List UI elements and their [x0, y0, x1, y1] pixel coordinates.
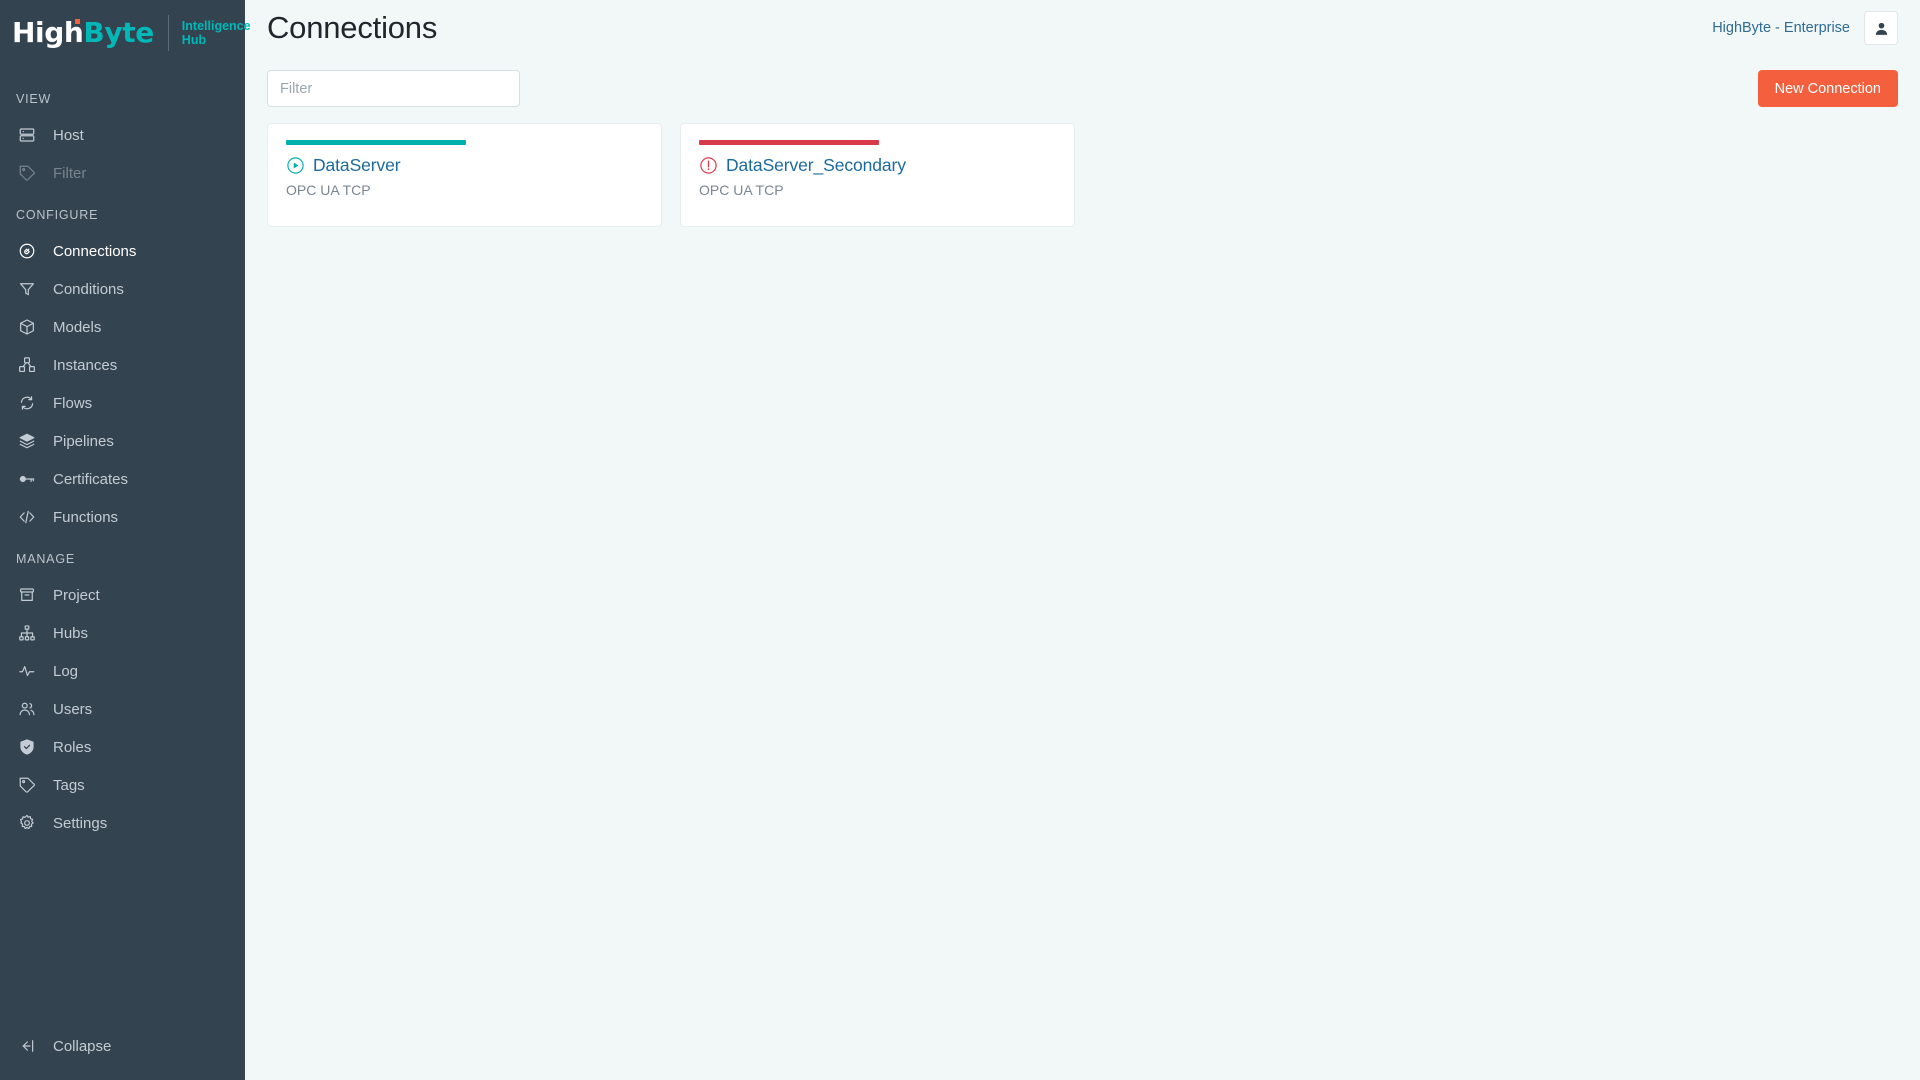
sidebar-item-label: Certificates [53, 470, 129, 488]
sidebar-item-label: Hubs [53, 624, 89, 642]
sidebar-item-settings[interactable]: Settings [0, 804, 245, 842]
card-title-row: DataServer_Secondary [699, 155, 1056, 176]
sidebar-item-flows[interactable]: Flows [0, 384, 245, 422]
connection-name: DataServer_Secondary [726, 155, 906, 175]
sidebar-collapse-label: Collapse [53, 1037, 112, 1055]
sidebar-item-label: Connections [53, 242, 137, 260]
page-header: Connections HighByte - Enterprise [245, 0, 1920, 56]
alert-circle-icon [700, 157, 717, 174]
sidebar-item-label: Roles [53, 738, 92, 756]
cube-icon [16, 316, 38, 338]
sidebar-item-label: Models [53, 318, 102, 336]
sidebar-item-label: Tags [53, 776, 85, 794]
sidebar-item-label: Log [53, 662, 79, 680]
funnel-icon [16, 278, 38, 300]
logo-text-high: High [12, 16, 84, 49]
tenant-label: HighByte - Enterprise [1712, 20, 1850, 36]
sidebar-item-connections[interactable]: Connections [0, 232, 245, 270]
tag-icon [16, 162, 38, 184]
sidebar-item-host[interactable]: Host [0, 116, 245, 154]
collapse-left-icon [16, 1035, 38, 1057]
sidebar-item-label: Functions [53, 508, 119, 526]
sidebar-item-label: Project [53, 586, 100, 604]
logo-product-name: Intelligence Hub [181, 19, 251, 47]
archive-icon [16, 584, 38, 606]
sidebar-item-instances[interactable]: Instances [0, 346, 245, 384]
plug-circle-icon [16, 240, 38, 262]
connections-toolbar: New Connection [245, 56, 1920, 107]
sidebar-item-pipelines[interactable]: Pipelines [0, 422, 245, 460]
key-icon [16, 468, 38, 490]
sidebar-item-label: Filter [53, 164, 87, 182]
gear-icon [16, 812, 38, 834]
sidebar-item-label: Instances [53, 356, 118, 374]
sidebar-item-label: Conditions [53, 280, 124, 298]
sidebar-item-log[interactable]: Log [0, 652, 245, 690]
sidebar-section-configure: CONFIGURE [16, 208, 99, 222]
logo-product-line2: Hub [181, 33, 207, 47]
connection-protocol: OPC UA TCP [699, 182, 784, 198]
play-circle-icon [287, 157, 304, 174]
sidebar-item-tags[interactable]: Tags [0, 766, 245, 804]
sidebar-section-manage: MANAGE [16, 552, 75, 566]
logo-wordmark: HighByte [12, 19, 154, 47]
new-connection-button[interactable]: New Connection [1757, 70, 1898, 107]
header-right: HighByte - Enterprise [1712, 11, 1898, 45]
sidebar-item-hubs[interactable]: Hubs [0, 614, 245, 652]
sidebar-item-functions[interactable]: Functions [0, 498, 245, 536]
connection-card[interactable]: DataServer OPC UA TCP [267, 123, 662, 227]
logo-text-byte: Byte [83, 16, 154, 49]
layers-icon [16, 430, 38, 452]
sidebar-item-roles[interactable]: Roles [0, 728, 245, 766]
sidebar-item-label: Flows [53, 394, 93, 412]
sidebar-nav: VIEW Host Filter CONFIGURE Connections C… [0, 66, 245, 1022]
users-icon [16, 698, 38, 720]
tag-icon [16, 774, 38, 796]
logo-dot-icon [75, 19, 80, 24]
activity-icon [16, 660, 38, 682]
connection-name: DataServer [313, 155, 401, 175]
logo-divider [167, 15, 169, 51]
connections-grid: DataServer OPC UA TCP DataServer_Seconda… [245, 107, 1920, 1080]
filter-input[interactable] [267, 70, 520, 107]
sidebar-item-models[interactable]: Models [0, 308, 245, 346]
sidebar-item-project[interactable]: Project [0, 576, 245, 614]
logo-product-line1: Intelligence [181, 19, 251, 33]
sitemap-icon [16, 622, 38, 644]
shield-check-icon [16, 736, 38, 758]
sidebar-collapse-button[interactable]: Collapse [0, 1022, 245, 1070]
code-icon [16, 506, 38, 528]
server-icon [16, 124, 38, 146]
user-icon [1875, 22, 1887, 35]
sidebar-item-filter: Filter [0, 154, 245, 192]
status-bar [699, 140, 879, 145]
cubes-icon [16, 354, 38, 376]
sidebar-section-view: VIEW [16, 92, 52, 106]
connection-card[interactable]: DataServer_Secondary OPC UA TCP [680, 123, 1075, 227]
sidebar: HighByte Intelligence Hub VIEW Host Filt… [0, 0, 251, 1080]
sidebar-item-certificates[interactable]: Certificates [0, 460, 245, 498]
sidebar-item-conditions[interactable]: Conditions [0, 270, 245, 308]
sidebar-item-label: Settings [53, 814, 108, 832]
card-title-row: DataServer [286, 155, 643, 176]
page-title: Connections [267, 10, 438, 45]
main-content: Connections HighByte - Enterprise New Co… [245, 0, 1920, 1080]
refresh-circle-icon [16, 392, 38, 414]
sidebar-item-label: Host [53, 126, 84, 144]
sidebar-item-label: Users [53, 700, 93, 718]
sidebar-item-label: Pipelines [53, 432, 114, 450]
user-account-button[interactable] [1864, 11, 1898, 45]
app-root: HighByte Intelligence Hub VIEW Host Filt… [0, 0, 1920, 1080]
status-bar [286, 140, 466, 145]
app-logo[interactable]: HighByte Intelligence Hub [0, 0, 251, 66]
connection-protocol: OPC UA TCP [286, 182, 371, 198]
sidebar-item-users[interactable]: Users [0, 690, 245, 728]
